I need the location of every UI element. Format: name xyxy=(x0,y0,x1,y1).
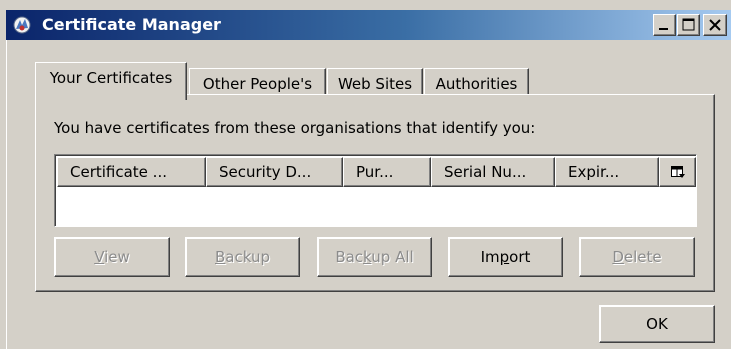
app-icon xyxy=(13,16,31,34)
window-title: Certificate Manager xyxy=(42,15,221,34)
column-certificate-name[interactable]: Certificate ... xyxy=(57,157,206,187)
certificate-manager-window: Certificate Manager Your Certificates Ot… xyxy=(0,0,731,349)
tab-your-certificates[interactable]: Your Certificates xyxy=(35,62,187,100)
panel-description: You have certificates from these organis… xyxy=(54,119,536,137)
minimize-icon xyxy=(659,28,668,30)
column-picker-button[interactable] xyxy=(659,157,696,187)
close-icon xyxy=(709,19,721,31)
column-picker-icon xyxy=(671,166,685,178)
close-button[interactable] xyxy=(703,14,727,36)
title-bar[interactable]: Certificate Manager xyxy=(6,10,731,40)
minimize-button[interactable] xyxy=(653,14,676,36)
maximize-button[interactable] xyxy=(677,14,700,36)
column-expires-on[interactable]: Expir... xyxy=(555,157,659,187)
certificate-list[interactable]: Certificate ... Security D... Pur... Ser… xyxy=(54,154,697,227)
delete-button[interactable]: Delete xyxy=(579,237,695,277)
column-serial-number[interactable]: Serial Nu... xyxy=(431,157,555,187)
column-security-device[interactable]: Security D... xyxy=(206,157,343,187)
ok-button[interactable]: OK xyxy=(599,305,715,343)
column-purposes[interactable]: Pur... xyxy=(343,157,431,187)
import-button[interactable]: Import xyxy=(448,237,563,277)
backup-all-button[interactable]: Backup All xyxy=(317,237,432,277)
backup-button[interactable]: Backup xyxy=(185,237,300,277)
view-button[interactable]: View xyxy=(54,237,170,277)
maximize-icon xyxy=(682,18,695,31)
